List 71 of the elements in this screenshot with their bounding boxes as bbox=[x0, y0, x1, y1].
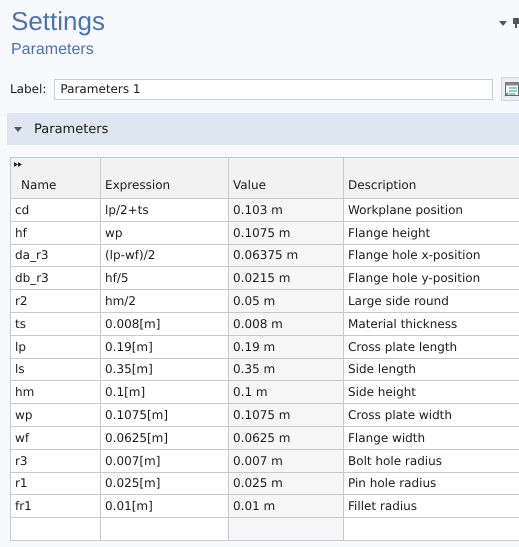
window-title: Settings bbox=[11, 6, 105, 37]
table-cell[interactable]: 0.0625 m bbox=[228, 426, 344, 450]
table-cell[interactable]: 0.0625[m] bbox=[100, 426, 228, 450]
table-cell[interactable]: Cross plate width bbox=[344, 404, 519, 426]
table-cell[interactable]: wp bbox=[100, 221, 228, 244]
dropdown-icon[interactable] bbox=[499, 20, 507, 26]
table-cell[interactable]: Material thickness bbox=[344, 312, 519, 336]
table-cell[interactable]: Workplane position bbox=[344, 198, 519, 222]
table-cell[interactable]: r2 bbox=[10, 290, 100, 312]
table-cell[interactable]: 0.1[m] bbox=[100, 380, 228, 404]
table-cell[interactable]: hf bbox=[10, 221, 100, 244]
table-cell[interactable]: 0.103 m bbox=[228, 198, 344, 222]
table-cell[interactable]: 0.008 m bbox=[228, 312, 344, 336]
table-cell[interactable]: 0.19 m bbox=[228, 335, 344, 358]
table-cell[interactable]: db_r3 bbox=[10, 266, 100, 290]
table-cell[interactable]: Pin hole radius bbox=[344, 472, 519, 495]
column-header[interactable]: Description bbox=[344, 158, 519, 198]
node-subtitle: Parameters bbox=[10, 40, 95, 60]
table-cell[interactable]: da_r3 bbox=[10, 244, 100, 267]
table-cell[interactable]: Flange width bbox=[344, 426, 519, 450]
table-cell[interactable]: Flange hole y-position bbox=[344, 266, 519, 290]
table-cell[interactable]: 0.35[m] bbox=[100, 358, 228, 381]
section-title: Parameters bbox=[34, 122, 108, 136]
table-cell[interactable]: 0.007 m bbox=[228, 449, 344, 472]
table-cell[interactable]: 0.19[m] bbox=[100, 335, 228, 358]
table-cell[interactable]: Bolt hole radius bbox=[344, 449, 519, 472]
table-cell[interactable]: fr1 bbox=[10, 494, 100, 518]
table-cell[interactable]: 0.008[m] bbox=[100, 312, 228, 336]
table-cell[interactable]: ls bbox=[10, 358, 100, 381]
table-cell[interactable]: 0.1 m bbox=[228, 380, 344, 404]
column-header[interactable]: Value bbox=[228, 158, 344, 198]
table-cell[interactable]: lp/2+ts bbox=[100, 198, 228, 222]
table-cell[interactable]: 0.1075[m] bbox=[100, 404, 228, 426]
table-cell[interactable]: 0.025 m bbox=[228, 472, 344, 495]
fast-forward-icon[interactable] bbox=[14, 162, 22, 167]
table-cell[interactable]: Cross plate length bbox=[344, 335, 519, 358]
table-cell[interactable]: 0.1075 m bbox=[228, 221, 344, 244]
pin-icon[interactable] bbox=[513, 18, 519, 28]
table-cell[interactable]: 0.06375 m bbox=[228, 244, 344, 267]
table-cell[interactable]: Flange height bbox=[344, 221, 519, 244]
table-cell[interactable]: r1 bbox=[10, 472, 100, 495]
table-cell[interactable]: 0.05 m bbox=[228, 290, 344, 312]
table-cell[interactable]: ts bbox=[10, 312, 100, 336]
table-cell[interactable]: Fillet radius bbox=[344, 494, 519, 518]
column-header[interactable]: Expression bbox=[100, 158, 228, 198]
table-cell[interactable]: Side length bbox=[344, 358, 519, 381]
table-cell[interactable]: hm/2 bbox=[100, 290, 228, 312]
field-label: Label: bbox=[10, 82, 46, 96]
table-cell[interactable]: lp bbox=[10, 335, 100, 358]
table-cell[interactable]: (lp-wf)/2 bbox=[100, 244, 228, 267]
table-cell[interactable]: 0.35 m bbox=[228, 358, 344, 381]
column-header[interactable]: Name bbox=[10, 158, 100, 198]
table-cell[interactable]: hm bbox=[10, 380, 100, 404]
table-cell[interactable]: 0.025[m] bbox=[100, 472, 228, 495]
table-cell[interactable]: Flange hole x-position bbox=[344, 244, 519, 267]
table-cell[interactable]: 0.01[m] bbox=[100, 494, 228, 518]
table-cell[interactable]: wf bbox=[10, 426, 100, 450]
table-cell[interactable]: hf/5 bbox=[100, 266, 228, 290]
table-cell[interactable]: cd bbox=[10, 198, 100, 222]
list-icon[interactable] bbox=[501, 77, 519, 101]
label-field[interactable]: Parameters 1 bbox=[54, 78, 493, 100]
table-cell[interactable]: r3 bbox=[10, 449, 100, 472]
table-cell[interactable]: 0.007[m] bbox=[100, 449, 228, 472]
table-cell[interactable]: 0.1075 m bbox=[228, 404, 344, 426]
collapse-icon[interactable] bbox=[14, 126, 22, 132]
table-cell[interactable]: Large side round bbox=[344, 290, 519, 312]
table-cell[interactable]: wp bbox=[10, 404, 100, 426]
table-cell[interactable]: 0.0215 m bbox=[228, 266, 344, 290]
table-cell[interactable]: Side height bbox=[344, 380, 519, 404]
section-header[interactable]: Parameters bbox=[7, 113, 519, 145]
table-cell[interactable]: 0.01 m bbox=[228, 494, 344, 518]
